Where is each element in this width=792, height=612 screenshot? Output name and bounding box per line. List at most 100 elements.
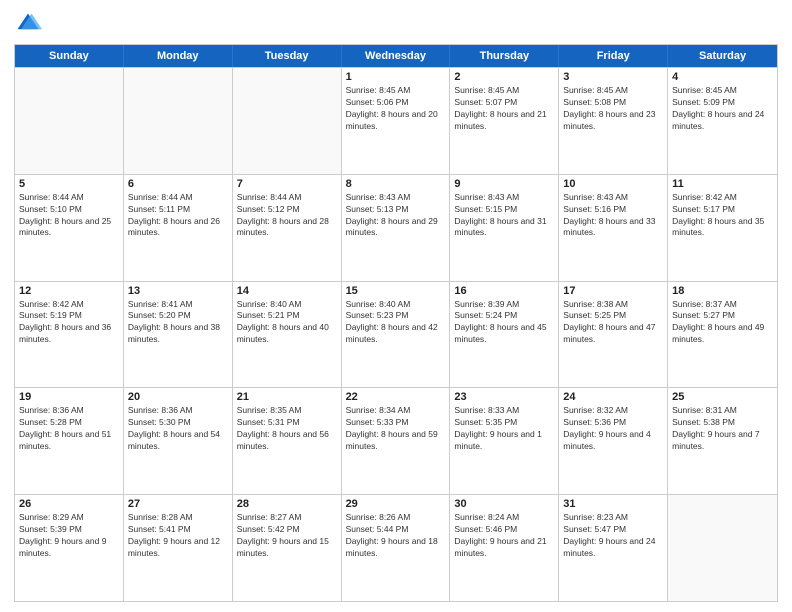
cell-day-number: 5	[19, 178, 119, 190]
page: SundayMondayTuesdayWednesdayThursdayFrid…	[0, 0, 792, 612]
cell-day-number: 28	[237, 498, 337, 510]
cell-day-number: 19	[19, 391, 119, 403]
cell-day-number: 31	[563, 498, 663, 510]
header	[14, 10, 778, 38]
calendar-body: 1Sunrise: 8:45 AM Sunset: 5:06 PM Daylig…	[15, 67, 777, 601]
cell-info: Sunrise: 8:41 AM Sunset: 5:20 PM Dayligh…	[128, 299, 228, 347]
calendar-cell: 12 Sunrise: 8:42 AM Sunset: 5:19 PM Dayli…	[15, 282, 124, 388]
calendar-cell: 17Sunrise: 8:38 AM Sunset: 5:25 PM Dayli…	[559, 282, 668, 388]
calendar-cell: 2 Sunrise: 8:45 AM Sunset: 5:07 PM Daylig…	[450, 68, 559, 174]
cell-day-number: 26	[19, 498, 119, 510]
cell-day-number: 24	[563, 391, 663, 403]
calendar-cell: 10 Sunrise: 8:43 AM Sunset: 5:16 PM Dayli…	[559, 175, 668, 281]
cell-day-number: 30	[454, 498, 554, 510]
cell-day-number: 6	[128, 178, 228, 190]
calendar-cell: 4 Sunrise: 8:45 AM Sunset: 5:09 PM Daylig…	[668, 68, 777, 174]
cell-info: Sunrise: 8:32 AM Sunset: 5:36 PM Dayligh…	[563, 405, 663, 453]
logo	[14, 10, 46, 38]
calendar-cell: 11 Sunrise: 8:42 AM Sunset: 5:17 PM Dayli…	[668, 175, 777, 281]
calendar-cell: 31 Sunrise: 8:23 AM Sunset: 5:47 PM Dayli…	[559, 495, 668, 601]
cell-info: Sunrise: 8:31 AM Sunset: 5:38 PM Dayligh…	[672, 405, 773, 453]
cell-info: Sunrise: 8:23 AM Sunset: 5:47 PM Dayligh…	[563, 512, 663, 560]
calendar-cell: 16 Sunrise: 8:39 AM Sunset: 5:24 PM Dayli…	[450, 282, 559, 388]
cell-info: Sunrise: 8:45 AM Sunset: 5:06 PM Dayligh…	[346, 85, 446, 133]
cell-info: Sunrise: 8:43 AM Sunset: 5:13 PM Dayligh…	[346, 192, 446, 240]
calendar-cell: 1Sunrise: 8:45 AM Sunset: 5:06 PM Daylig…	[342, 68, 451, 174]
calendar-row: 1Sunrise: 8:45 AM Sunset: 5:06 PM Daylig…	[15, 67, 777, 174]
calendar-cell: 23 Sunrise: 8:33 AM Sunset: 5:35 PM Dayli…	[450, 388, 559, 494]
cell-day-number: 22	[346, 391, 446, 403]
cell-info: Sunrise: 8:27 AM Sunset: 5:42 PM Dayligh…	[237, 512, 337, 560]
cell-day-number: 29	[346, 498, 446, 510]
cell-info: Sunrise: 8:26 AM Sunset: 5:44 PM Dayligh…	[346, 512, 446, 560]
weekday-header: Sunday	[15, 45, 124, 67]
cell-info: Sunrise: 8:33 AM Sunset: 5:35 PM Dayligh…	[454, 405, 554, 453]
calendar-cell	[15, 68, 124, 174]
calendar-cell: 15Sunrise: 8:40 AM Sunset: 5:23 PM Dayli…	[342, 282, 451, 388]
calendar-cell: 8 Sunrise: 8:43 AM Sunset: 5:13 PM Daylig…	[342, 175, 451, 281]
cell-info: Sunrise: 8:34 AM Sunset: 5:33 PM Dayligh…	[346, 405, 446, 453]
calendar-cell	[233, 68, 342, 174]
calendar-cell: 3 Sunrise: 8:45 AM Sunset: 5:08 PM Daylig…	[559, 68, 668, 174]
cell-day-number: 14	[237, 285, 337, 297]
cell-day-number: 23	[454, 391, 554, 403]
cell-info: Sunrise: 8:43 AM Sunset: 5:15 PM Dayligh…	[454, 192, 554, 240]
cell-info: Sunrise: 8:44 AM Sunset: 5:10 PM Dayligh…	[19, 192, 119, 240]
cell-info: Sunrise: 8:35 AM Sunset: 5:31 PM Dayligh…	[237, 405, 337, 453]
calendar-cell: 27Sunrise: 8:28 AM Sunset: 5:41 PM Dayli…	[124, 495, 233, 601]
cell-day-number: 9	[454, 178, 554, 190]
weekday-header: Saturday	[668, 45, 777, 67]
weekday-header: Friday	[559, 45, 668, 67]
cell-info: Sunrise: 8:40 AM Sunset: 5:21 PM Dayligh…	[237, 299, 337, 347]
cell-info: Sunrise: 8:36 AM Sunset: 5:30 PM Dayligh…	[128, 405, 228, 453]
calendar-cell: 30 Sunrise: 8:24 AM Sunset: 5:46 PM Dayli…	[450, 495, 559, 601]
calendar-cell: 6 Sunrise: 8:44 AM Sunset: 5:11 PM Daylig…	[124, 175, 233, 281]
cell-info: Sunrise: 8:36 AM Sunset: 5:28 PM Dayligh…	[19, 405, 119, 453]
cell-day-number: 11	[672, 178, 773, 190]
weekday-header: Thursday	[450, 45, 559, 67]
cell-day-number: 10	[563, 178, 663, 190]
calendar-cell: 13 Sunrise: 8:41 AM Sunset: 5:20 PM Dayli…	[124, 282, 233, 388]
calendar-row: 5 Sunrise: 8:44 AM Sunset: 5:10 PM Daylig…	[15, 174, 777, 281]
cell-info: Sunrise: 8:38 AM Sunset: 5:25 PM Dayligh…	[563, 299, 663, 347]
cell-info: Sunrise: 8:37 AM Sunset: 5:27 PM Dayligh…	[672, 299, 773, 347]
calendar-cell: 14 Sunrise: 8:40 AM Sunset: 5:21 PM Dayli…	[233, 282, 342, 388]
cell-day-number: 27	[128, 498, 228, 510]
weekday-header: Wednesday	[342, 45, 451, 67]
cell-day-number: 13	[128, 285, 228, 297]
calendar-cell: 21 Sunrise: 8:35 AM Sunset: 5:31 PM Dayli…	[233, 388, 342, 494]
calendar-cell: 28 Sunrise: 8:27 AM Sunset: 5:42 PM Dayli…	[233, 495, 342, 601]
cell-day-number: 7	[237, 178, 337, 190]
cell-info: Sunrise: 8:44 AM Sunset: 5:12 PM Dayligh…	[237, 192, 337, 240]
cell-day-number: 16	[454, 285, 554, 297]
calendar: SundayMondayTuesdayWednesdayThursdayFrid…	[14, 44, 778, 602]
calendar-row: 12 Sunrise: 8:42 AM Sunset: 5:19 PM Dayli…	[15, 281, 777, 388]
cell-info: Sunrise: 8:42 AM Sunset: 5:19 PM Dayligh…	[19, 299, 119, 347]
calendar-cell: 20Sunrise: 8:36 AM Sunset: 5:30 PM Dayli…	[124, 388, 233, 494]
cell-info: Sunrise: 8:45 AM Sunset: 5:07 PM Dayligh…	[454, 85, 554, 133]
cell-day-number: 4	[672, 71, 773, 83]
cell-info: Sunrise: 8:43 AM Sunset: 5:16 PM Dayligh…	[563, 192, 663, 240]
calendar-cell: 9 Sunrise: 8:43 AM Sunset: 5:15 PM Daylig…	[450, 175, 559, 281]
cell-info: Sunrise: 8:42 AM Sunset: 5:17 PM Dayligh…	[672, 192, 773, 240]
weekday-header: Tuesday	[233, 45, 342, 67]
cell-day-number: 2	[454, 71, 554, 83]
cell-info: Sunrise: 8:39 AM Sunset: 5:24 PM Dayligh…	[454, 299, 554, 347]
cell-info: Sunrise: 8:40 AM Sunset: 5:23 PM Dayligh…	[346, 299, 446, 347]
cell-info: Sunrise: 8:24 AM Sunset: 5:46 PM Dayligh…	[454, 512, 554, 560]
weekday-header: Monday	[124, 45, 233, 67]
calendar-cell	[668, 495, 777, 601]
calendar-cell: 5 Sunrise: 8:44 AM Sunset: 5:10 PM Daylig…	[15, 175, 124, 281]
calendar-cell: 22 Sunrise: 8:34 AM Sunset: 5:33 PM Dayli…	[342, 388, 451, 494]
cell-day-number: 12	[19, 285, 119, 297]
cell-day-number: 8	[346, 178, 446, 190]
calendar-cell: 18Sunrise: 8:37 AM Sunset: 5:27 PM Dayli…	[668, 282, 777, 388]
calendar-row: 19 Sunrise: 8:36 AM Sunset: 5:28 PM Dayli…	[15, 387, 777, 494]
cell-day-number: 21	[237, 391, 337, 403]
cell-day-number: 3	[563, 71, 663, 83]
cell-info: Sunrise: 8:45 AM Sunset: 5:09 PM Dayligh…	[672, 85, 773, 133]
cell-info: Sunrise: 8:45 AM Sunset: 5:08 PM Dayligh…	[563, 85, 663, 133]
cell-info: Sunrise: 8:44 AM Sunset: 5:11 PM Dayligh…	[128, 192, 228, 240]
cell-day-number: 25	[672, 391, 773, 403]
calendar-cell: 25 Sunrise: 8:31 AM Sunset: 5:38 PM Dayli…	[668, 388, 777, 494]
